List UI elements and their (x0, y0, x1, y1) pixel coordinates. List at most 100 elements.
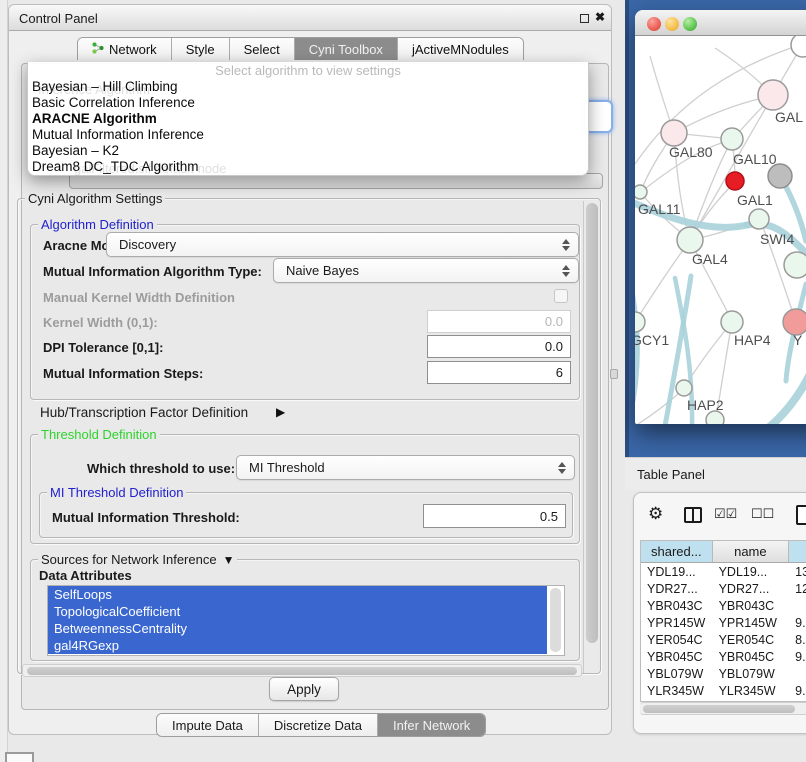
network-node[interactable] (635, 185, 647, 199)
network-node[interactable] (791, 36, 806, 57)
table-row[interactable]: YBR043CYBR043C (641, 597, 806, 614)
tab-infer-network[interactable]: Infer Network (378, 714, 485, 736)
network-node[interactable] (635, 312, 645, 332)
table-cell[interactable] (789, 597, 806, 614)
attribute-item-selfloops[interactable]: SelfLoops (48, 586, 547, 603)
table-horizontal-scrollbar[interactable] (640, 702, 806, 715)
dpi-tolerance-field[interactable]: 0.0 (427, 335, 571, 358)
table-cell[interactable]: YER054C (713, 631, 790, 648)
network-node[interactable] (726, 172, 744, 190)
columns-icon[interactable] (684, 507, 702, 523)
float-window-icon[interactable] (580, 14, 589, 23)
function-icon[interactable] (796, 505, 806, 525)
table-cell[interactable]: YPR145W (641, 614, 713, 631)
table-cell[interactable]: YDR27... (713, 580, 790, 597)
table-cell[interactable]: YLR345W (713, 682, 790, 699)
network-node[interactable] (749, 209, 769, 229)
network-node[interactable] (661, 120, 687, 146)
settings-horizontal-scrollbar[interactable] (22, 664, 582, 677)
expand-arrow-icon[interactable]: ▶ (276, 405, 285, 419)
table-cell[interactable]: 8. (789, 631, 806, 648)
network-node[interactable] (677, 227, 703, 253)
node-label-gal: GAL (775, 109, 803, 125)
mi-threshold-field[interactable]: 0.5 (423, 504, 566, 528)
table-cell[interactable]: YDR27... (641, 580, 713, 597)
settings-vertical-scrollbar-thumb[interactable] (586, 203, 598, 643)
column-header-shared-[interactable]: shared... (641, 541, 713, 562)
table-cell[interactable]: 12 (789, 580, 806, 597)
dropdown-item-basic-correlation-inference[interactable]: Basic Correlation Inference (32, 95, 584, 111)
table-cell[interactable]: YBR045C (641, 648, 713, 665)
table-cell[interactable]: 9. (789, 682, 806, 699)
settings-horizontal-scrollbar-thumb[interactable] (27, 667, 577, 675)
network-canvas[interactable]: GALGAL80GAL10GAL11GAL1SWI4GAL4GCY1HAP4YH… (635, 36, 806, 424)
table-row[interactable]: YDL19...YDL19...13 (641, 563, 806, 580)
attribute-item-topologicalcoefficient[interactable]: TopologicalCoefficient (48, 603, 547, 620)
table-row[interactable]: YER054CYER054C8. (641, 631, 806, 648)
attribute-item-gal4rgexp[interactable]: gal4RGexp (48, 637, 547, 654)
table-cell[interactable]: YLR345W (641, 682, 713, 699)
table-row[interactable]: YDR27...YDR27...12 (641, 580, 806, 597)
network-node[interactable] (721, 128, 743, 150)
tab-label: Select (244, 42, 280, 57)
settings-vertical-scrollbar[interactable] (583, 201, 598, 673)
table-cell[interactable]: 9. (789, 614, 806, 631)
network-window: GALGAL80GAL10GAL11GAL1SWI4GAL4GCY1HAP4YH… (635, 10, 806, 424)
dropdown-item-aracne-algorithm[interactable]: ARACNE Algorithm (32, 111, 584, 127)
deselect-all-icon[interactable]: ☐☐ (751, 506, 774, 522)
tab-jactivemnodules[interactable]: jActiveMNodules (398, 38, 523, 60)
table-cell[interactable]: 13 (789, 563, 806, 580)
table-row[interactable]: YBR045CYBR045C9. (641, 648, 806, 665)
sources-title[interactable]: Sources for Network Inference (41, 552, 217, 567)
zoom-traffic-light[interactable] (683, 17, 697, 31)
table-cell[interactable]: YBL079W (713, 665, 790, 682)
table-panel-title: Table Panel (637, 467, 705, 482)
sources-title-wrap: Sources for Network Inference ▼ (38, 552, 237, 567)
column-header-2[interactable] (789, 541, 806, 562)
tab-network[interactable]: Network (78, 38, 172, 60)
close-icon[interactable]: ✖ (595, 10, 605, 24)
table-horizontal-scrollbar-thumb[interactable] (643, 705, 795, 713)
table-cell[interactable]: YBL079W (641, 665, 713, 682)
tab-select[interactable]: Select (230, 38, 295, 60)
aracne-mode-combo[interactable]: Discovery (106, 232, 579, 257)
select-all-icon[interactable]: ☑☑ (714, 506, 737, 522)
table-row[interactable]: YLR345WYLR345W9. (641, 682, 806, 699)
tab-cyni-toolbox[interactable]: Cyni Toolbox (295, 38, 398, 60)
attributes-scrollbar-thumb[interactable] (550, 588, 561, 652)
attribute-item-betweennesscentrality[interactable]: BetweennessCentrality (48, 620, 547, 637)
mi-steps-field[interactable]: 6 (427, 361, 571, 384)
tab-discretize-data[interactable]: Discretize Data (259, 714, 378, 736)
table-cell[interactable]: YPR145W (713, 614, 790, 631)
dropdown-item-bayesian-k2[interactable]: Bayesian – K2 (32, 143, 584, 159)
tab-impute-data[interactable]: Impute Data (157, 714, 259, 736)
table-cell[interactable]: YDL19... (641, 563, 713, 580)
panel-splitter-grip[interactable] (610, 369, 618, 379)
table-row[interactable]: YBL079WYBL079W (641, 665, 806, 682)
tab-style[interactable]: Style (172, 38, 230, 60)
minimize-traffic-light[interactable] (665, 17, 679, 31)
table-cell[interactable]: YDL19... (713, 563, 790, 580)
close-traffic-light[interactable] (647, 17, 661, 31)
collapse-arrow-icon[interactable]: ▼ (223, 553, 235, 567)
network-node[interactable] (676, 380, 692, 396)
network-node[interactable] (768, 164, 792, 188)
table-cell[interactable] (789, 665, 806, 682)
dropdown-item-mutual-information-inference[interactable]: Mutual Information Inference (32, 127, 584, 143)
column-header-name[interactable]: name (713, 541, 790, 562)
table-cell[interactable]: YBR045C (713, 648, 790, 665)
apply-button[interactable]: Apply (269, 677, 339, 701)
table-cell[interactable]: YBR043C (641, 597, 713, 614)
which-threshold-combo[interactable]: MI Threshold (236, 455, 575, 480)
hub-definition-label[interactable]: Hub/Transcription Factor Definition (40, 405, 248, 420)
gear-icon[interactable]: ⚙ (648, 504, 663, 524)
network-node[interactable] (758, 80, 788, 110)
table-row[interactable]: YPR145WYPR145W9. (641, 614, 806, 631)
table-cell[interactable]: YER054C (641, 631, 713, 648)
table-cell[interactable]: 9. (789, 648, 806, 665)
network-node[interactable] (784, 252, 806, 278)
network-node[interactable] (721, 311, 743, 333)
table-cell[interactable]: YBR043C (713, 597, 790, 614)
mi-type-combo[interactable]: Naive Bayes (273, 258, 579, 283)
node-label-swi4: SWI4 (760, 231, 794, 247)
